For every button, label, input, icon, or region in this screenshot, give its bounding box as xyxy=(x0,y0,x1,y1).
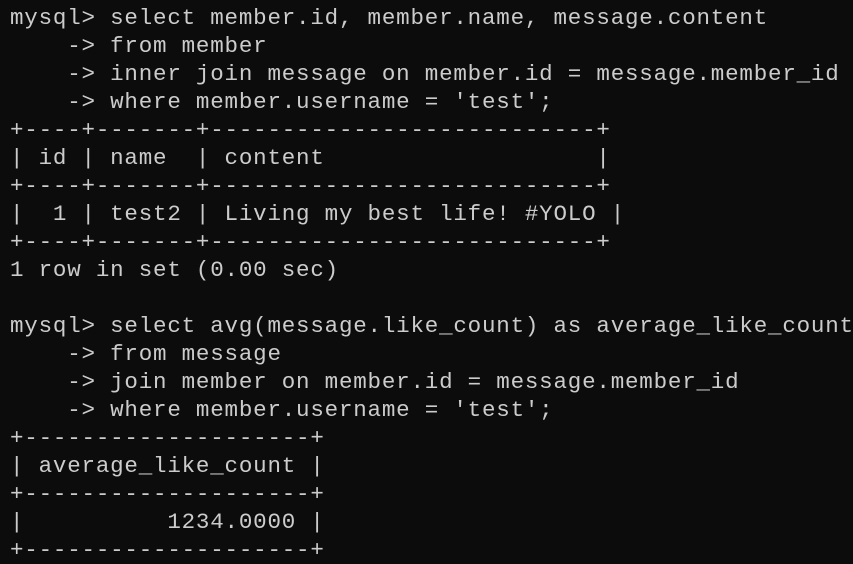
table-row: | 1 | test2 | Living my best life! #YOLO… xyxy=(10,201,625,227)
continuation-line: -> from member xyxy=(10,33,268,59)
table-border: +----+-------+--------------------------… xyxy=(10,117,611,143)
table-border: +----+-------+--------------------------… xyxy=(10,229,611,255)
continuation-line: -> from message xyxy=(10,341,282,367)
continuation-line: -> where member.username = 'test'; xyxy=(10,397,554,423)
prompt-line-query-1: mysql> select member.id, member.name, me… xyxy=(10,5,769,31)
table-border: +--------------------+ xyxy=(10,425,325,451)
table-border: +--------------------+ xyxy=(10,481,325,507)
continuation-line: -> where member.username = 'test'; xyxy=(10,89,554,115)
table-header-row: | average_like_count | xyxy=(10,453,325,479)
terminal-window[interactable]: mysql> select member.id, member.name, me… xyxy=(0,0,853,563)
result-status: 1 row in set (0.00 sec) xyxy=(10,257,339,283)
continuation-line: -> join member on member.id = message.me… xyxy=(10,369,740,395)
table-header-row: | id | name | content | xyxy=(10,145,611,171)
blank-line xyxy=(10,284,853,312)
table-border: +--------------------+ xyxy=(10,537,325,563)
table-row: | 1234.0000 | xyxy=(10,509,325,535)
table-border: +----+-------+--------------------------… xyxy=(10,173,611,199)
continuation-line: -> inner join message on member.id = mes… xyxy=(10,61,840,87)
prompt-line-query-2: mysql> select avg(message.like_count) as… xyxy=(10,313,853,339)
